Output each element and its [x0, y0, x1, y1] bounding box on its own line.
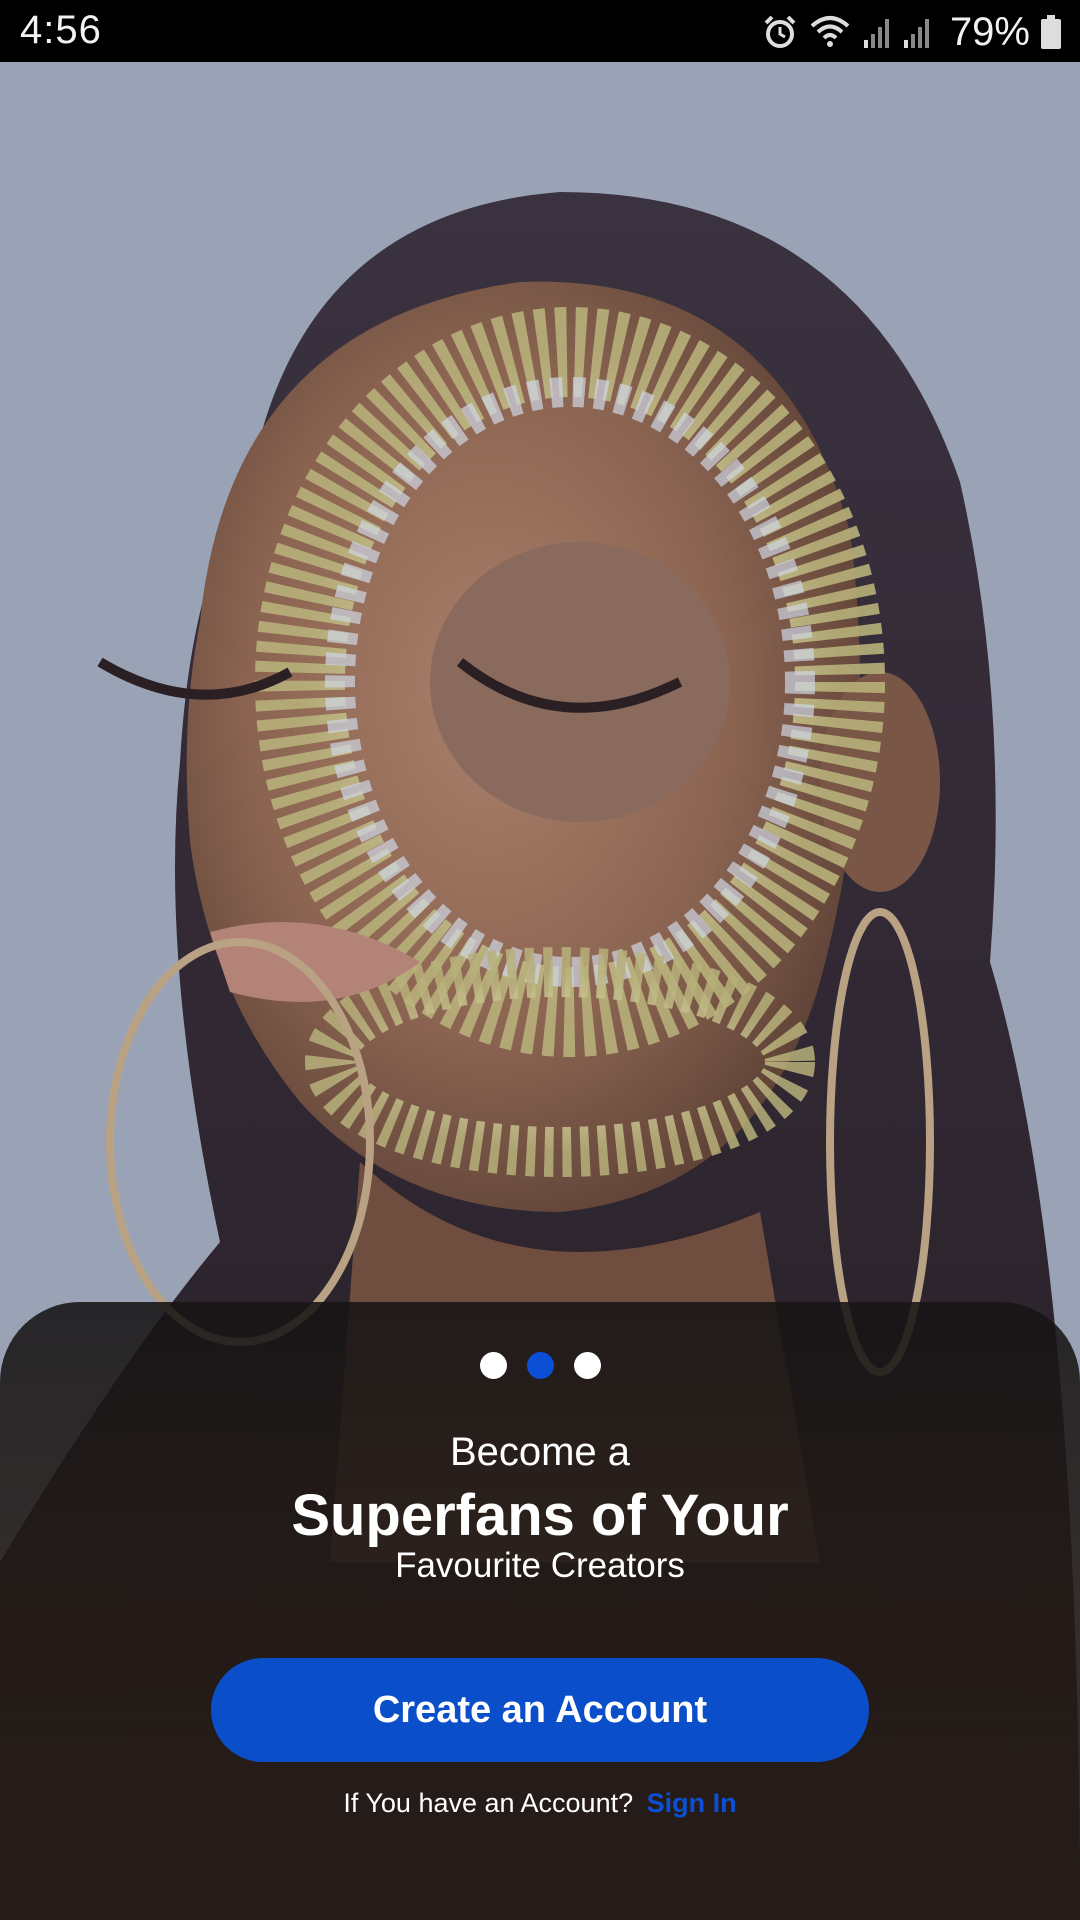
headline-big: Superfans of Your	[291, 1483, 789, 1548]
page-indicator	[0, 1352, 1080, 1379]
headline-small: Become a	[449, 1430, 631, 1474]
alarm-icon	[762, 14, 798, 50]
status-icons: 79%	[762, 10, 1062, 54]
onboarding-sheet: Become a Superfans of Your Favourite Cre…	[0, 1302, 1080, 1920]
status-bar: 4:56 79%	[0, 0, 1080, 62]
create-account-button[interactable]: Create an Account	[211, 1658, 869, 1762]
signal-icon	[862, 14, 892, 50]
battery-icon	[1040, 14, 1062, 50]
status-time: 4:56	[20, 8, 102, 52]
page-dot-3[interactable]	[573, 1352, 601, 1379]
onboarding-screen: 4:56 79% Become a Superfans of Your Favo…	[0, 0, 1080, 1920]
signin-row: If You have an Account? Sign In	[0, 1788, 1080, 1819]
signal-icon	[902, 14, 932, 50]
wifi-icon	[808, 14, 852, 50]
page-dot-2-active[interactable]	[526, 1352, 554, 1379]
signin-prompt: If You have an Account?	[343, 1788, 634, 1818]
headline-sub: Favourite Creators	[395, 1546, 685, 1585]
signin-link[interactable]: Sign In	[647, 1788, 737, 1818]
page-dot-1[interactable]	[479, 1352, 507, 1379]
battery-percent: 79%	[949, 9, 1030, 54]
